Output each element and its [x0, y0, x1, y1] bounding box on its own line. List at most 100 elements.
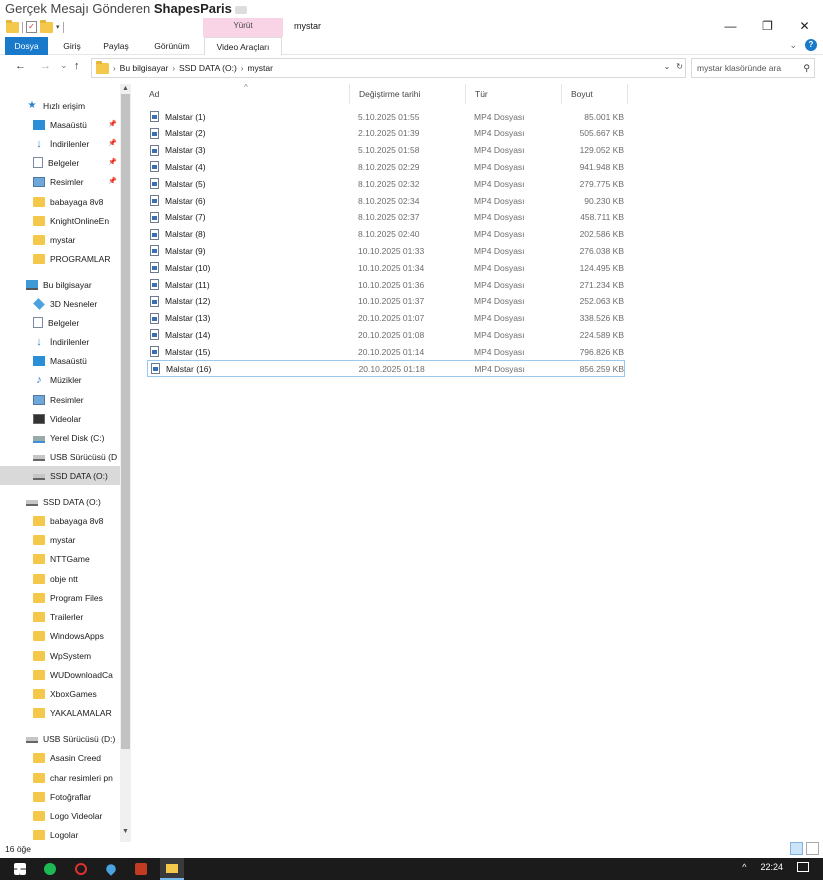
back-button[interactable]: ←: [15, 60, 26, 72]
file-row[interactable]: Malstar (1) 5.10.2025 01:55 MP4 Dosyası 85.…: [147, 108, 625, 125]
expand-ribbon-chevron-icon[interactable]: ⌄: [789, 40, 797, 51]
file-row[interactable]: Malstar (11) 10.10.2025 01:36 MP4 Dosyası 2…: [147, 276, 625, 293]
breadcrumb-ssd-data[interactable]: SSD DATA (O:): [179, 63, 237, 73]
opera-icon[interactable]: [75, 863, 87, 875]
sidebar-item[interactable]: Yerel Disk (C:): [0, 428, 120, 447]
file-row[interactable]: Malstar (8) 8.10.2025 02:40 MP4 Dosyası 202…: [147, 226, 625, 243]
tab-share[interactable]: Paylaş: [96, 37, 136, 55]
sidebar-item[interactable]: Belgeler 📌: [0, 153, 120, 172]
sidebar-item[interactable]: WpSystem: [0, 646, 120, 665]
file-row[interactable]: Malstar (14) 20.10.2025 01:08 MP4 Dosyası 2…: [147, 326, 625, 343]
sidebar-item[interactable]: Asasin Creed: [0, 748, 120, 767]
up-button[interactable]: ↑: [74, 60, 80, 72]
file-row[interactable]: Malstar (9) 10.10.2025 01:33 MP4 Dosyası 27…: [147, 242, 625, 259]
file-row[interactable]: Malstar (12) 10.10.2025 01:37 MP4 Dosyası 2…: [147, 293, 625, 310]
column-header-size[interactable]: Boyut: [562, 84, 628, 104]
sidebar-item[interactable]: char resimleri pn: [0, 768, 120, 787]
spotify-icon[interactable]: [44, 863, 56, 875]
file-row[interactable]: Malstar (6) 8.10.2025 02:34 MP4 Dosyası 90.…: [147, 192, 625, 209]
refresh-icon[interactable]: ↻: [676, 62, 683, 71]
sidebar-item[interactable]: Program Files: [0, 588, 120, 607]
tab-view[interactable]: Görünüm: [146, 37, 198, 55]
chevron-right-icon[interactable]: ›: [241, 64, 244, 73]
app-icon[interactable]: [135, 863, 147, 875]
tab-home[interactable]: Giriş: [52, 37, 92, 55]
sidebar-item[interactable]: babayaga 8v8: [0, 511, 120, 530]
sidebar-item[interactable]: obje ntt: [0, 569, 120, 588]
sidebar-item[interactable]: USB Sürücüsü (D: [0, 447, 120, 466]
breadcrumb-mystar[interactable]: mystar: [247, 63, 273, 73]
sidebar-item[interactable]: mystar: [0, 530, 120, 549]
file-row[interactable]: Malstar (4) 8.10.2025 02:29 MP4 Dosyası 941…: [147, 158, 625, 175]
sidebar-item[interactable]: mystar: [0, 230, 120, 249]
file-explorer-icon[interactable]: [160, 858, 184, 880]
sidebar-item[interactable]: Bu bilgisayar: [0, 275, 120, 294]
sidebar-item[interactable]: PROGRAMLAR: [0, 249, 120, 268]
column-header-name[interactable]: ^ Ad: [140, 83, 350, 104]
sidebar-item[interactable]: ★ Hızlı erişim: [0, 96, 120, 115]
address-history-chevron-icon[interactable]: ⌄: [664, 62, 671, 71]
sidebar-item[interactable]: Resimler 📌: [0, 172, 120, 191]
large-icons-view-icon[interactable]: [806, 842, 819, 855]
tray-chevron-up-icon[interactable]: ^: [742, 862, 746, 872]
sidebar-item[interactable]: 3D Nesneler: [0, 294, 120, 313]
sidebar-item[interactable]: Resimler: [0, 390, 120, 409]
column-header-type[interactable]: Tür: [466, 84, 562, 104]
customize-qat-chevron-icon[interactable]: ▾: [56, 23, 60, 31]
file-row[interactable]: Malstar (13) 20.10.2025 01:07 MP4 Dosyası 3…: [147, 310, 625, 327]
sidebar-item[interactable]: ♪ Müzikler: [0, 370, 120, 389]
minimize-button[interactable]: —: [712, 18, 749, 34]
chevron-right-icon[interactable]: ›: [113, 64, 116, 73]
notification-icon[interactable]: [797, 862, 809, 872]
sidebar-item[interactable]: SSD DATA (O:): [0, 466, 120, 485]
sidebar-item[interactable]: Fotoğraflar: [0, 787, 120, 806]
sidebar-item[interactable]: WUDownloadCa: [0, 665, 120, 684]
address-bar[interactable]: › Bu bilgisayar › SSD DATA (O:) › mystar…: [91, 58, 686, 78]
file-row[interactable]: Malstar (7) 8.10.2025 02:37 MP4 Dosyası 458…: [147, 209, 625, 226]
sidebar-item[interactable]: Masaüstü: [0, 351, 120, 370]
scroll-down-arrow-icon[interactable]: ▼: [120, 828, 131, 835]
scroll-up-arrow-icon[interactable]: ▲: [120, 85, 131, 92]
sidebar-item[interactable]: Videolar: [0, 409, 120, 428]
sidebar-item[interactable]: YAKALAMALAR: [0, 703, 120, 722]
sidebar-item[interactable]: Masaüstü 📌: [0, 115, 120, 134]
recent-locations-chevron-icon[interactable]: ⌄: [60, 60, 68, 71]
column-header-date[interactable]: Değiştirme tarihi: [350, 84, 466, 104]
file-row[interactable]: Malstar (3) 5.10.2025 01:58 MP4 Dosyası 129…: [147, 142, 625, 159]
sidebar-item[interactable]: Trailerler: [0, 607, 120, 626]
file-row[interactable]: Malstar (15) 20.10.2025 01:14 MP4 Dosyası 7…: [147, 343, 625, 360]
sidebar-item[interactable]: KnightOnlineEn: [0, 211, 120, 230]
tab-video-tools[interactable]: Video Araçları: [204, 37, 282, 55]
chevron-right-icon[interactable]: ›: [172, 64, 175, 73]
sidebar-item[interactable]: Logolar: [0, 825, 120, 842]
sidebar-item[interactable]: SSD DATA (O:): [0, 492, 120, 511]
scrollbar-thumb[interactable]: [121, 94, 130, 749]
sidebar-item[interactable]: ↓ İndirilenler 📌: [0, 134, 120, 153]
sidebar-item[interactable]: NTTGame: [0, 549, 120, 568]
tab-file[interactable]: Dosya: [5, 37, 48, 55]
sidebar-item[interactable]: babayaga 8v8: [0, 192, 120, 211]
sidebar-item[interactable]: Logo Videolar: [0, 806, 120, 825]
file-row[interactable]: Malstar (5) 8.10.2025 02:32 MP4 Dosyası 279…: [147, 175, 625, 192]
file-row[interactable]: Malstar (16) 20.10.2025 01:18 MP4 Dosyası 8…: [147, 360, 625, 377]
sidebar-item[interactable]: XboxGames: [0, 684, 120, 703]
sidebar-item[interactable]: Belgeler: [0, 313, 120, 332]
sidebar-item[interactable]: ↓ İndirilenler: [0, 332, 120, 351]
sidebar-item[interactable]: WindowsApps: [0, 626, 120, 645]
restore-button[interactable]: ❐: [749, 18, 786, 34]
search-input[interactable]: mystar klasöründe ara ⚲: [691, 58, 815, 78]
file-row[interactable]: Malstar (2) 2.10.2025 01:39 MP4 Dosyası 505…: [147, 125, 625, 142]
navigation-pane-scrollbar[interactable]: ▲ ▼: [120, 84, 131, 842]
properties-icon[interactable]: ✓: [26, 21, 37, 33]
help-icon[interactable]: ?: [805, 39, 817, 51]
forward-button[interactable]: →: [40, 60, 51, 72]
sidebar-item[interactable]: USB Sürücüsü (D:): [0, 729, 120, 748]
start-button-windows-icon[interactable]: [14, 863, 26, 875]
clock[interactable]: 22:24: [760, 862, 783, 872]
app-drop-icon[interactable]: [104, 862, 118, 876]
breadcrumb-this-pc[interactable]: Bu bilgisayar: [120, 63, 169, 73]
file-row[interactable]: Malstar (10) 10.10.2025 01:34 MP4 Dosyası 1…: [147, 259, 625, 276]
new-folder-icon[interactable]: [40, 19, 53, 33]
close-button[interactable]: ✕: [786, 18, 823, 34]
details-view-icon[interactable]: [790, 842, 803, 855]
